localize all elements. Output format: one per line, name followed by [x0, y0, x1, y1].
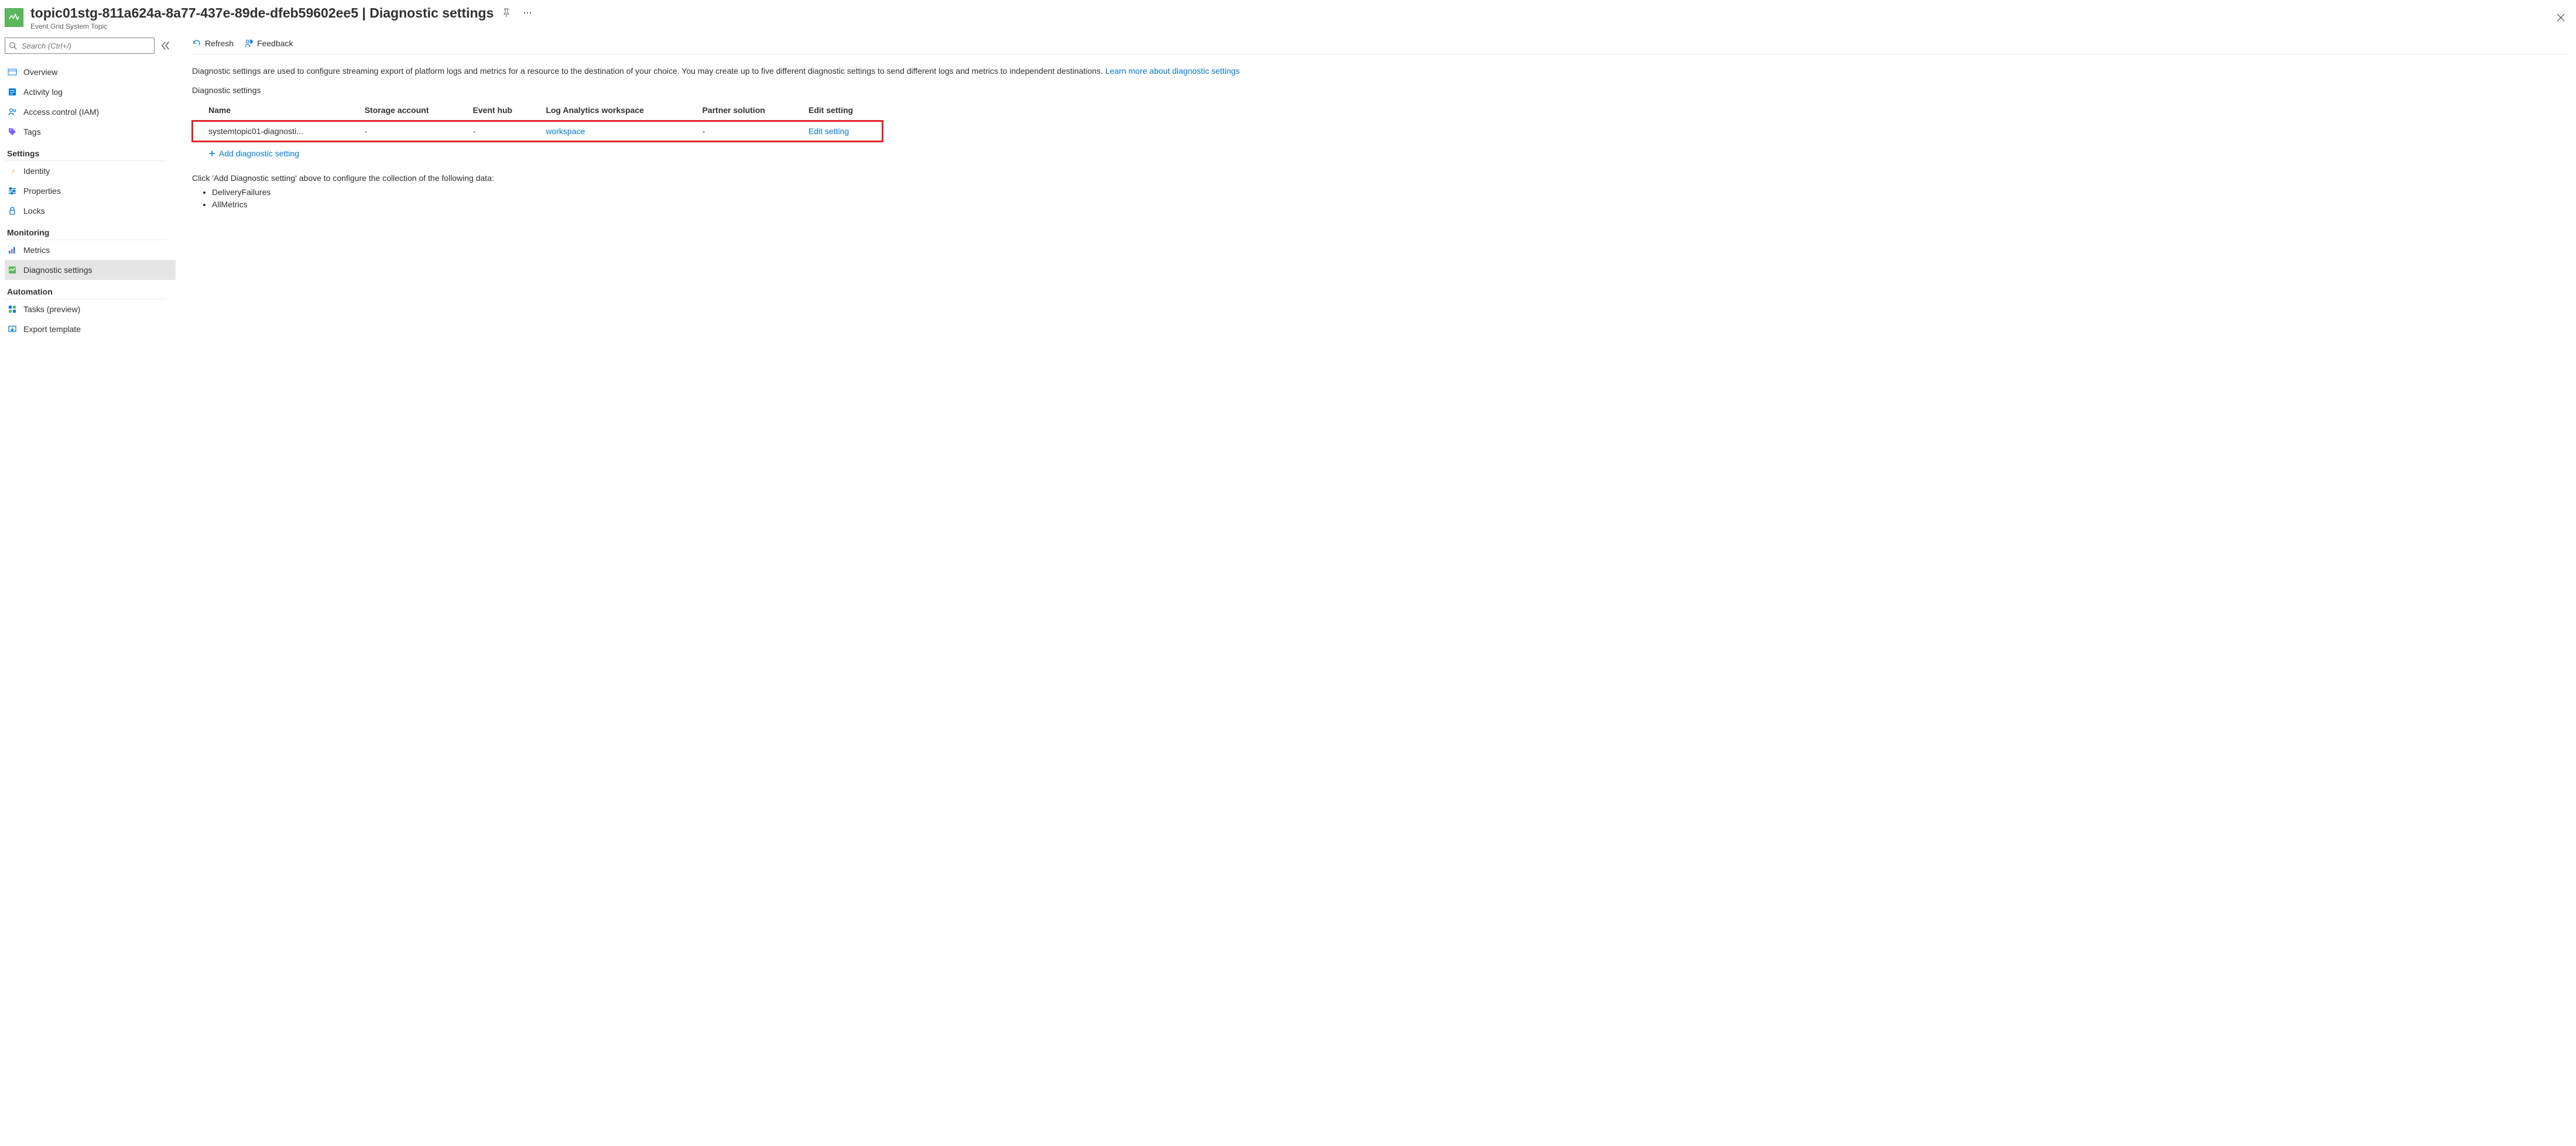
sidebar-item-access-control[interactable]: Access control (IAM) — [5, 102, 176, 122]
sidebar-item-label: Tasks (preview) — [23, 305, 80, 314]
sidebar-item-diagnostic-settings[interactable]: Diagnostic settings — [5, 260, 176, 280]
search-input[interactable] — [20, 41, 150, 51]
sidebar-item-label: Tags — [23, 127, 41, 136]
add-label: Add diagnostic setting — [219, 149, 299, 158]
access-control-icon — [7, 107, 18, 117]
sidebar-item-locks[interactable]: Locks — [5, 201, 176, 221]
col-eventhub: Event hub — [467, 100, 540, 121]
hint-text: Click 'Add Diagnostic setting' above to … — [192, 173, 2569, 211]
sidebar: Overview Activity log Access control (IA… — [0, 33, 176, 1146]
tasks-icon — [7, 304, 18, 314]
sidebar-group-header-automation[interactable]: Automation — [5, 282, 166, 299]
plus-icon — [208, 150, 215, 157]
diagnostic-settings-table: Name Storage account Event hub Log Analy… — [192, 100, 883, 142]
identity-icon — [7, 166, 18, 176]
sidebar-item-label: Metrics — [23, 245, 50, 255]
col-edit: Edit setting — [803, 100, 883, 121]
overview-icon — [7, 67, 18, 77]
learn-more-link[interactable]: Learn more about diagnostic settings — [1105, 66, 1240, 76]
close-button[interactable] — [2553, 9, 2569, 26]
export-template-icon — [7, 324, 18, 334]
hint-item: AllMetrics — [212, 199, 2569, 211]
sidebar-group-monitoring: Monitoring Metrics Diagnostic settings — [5, 223, 176, 280]
intro-text: Diagnostic settings are used to configur… — [192, 65, 2569, 77]
cell-eventhub: - — [467, 121, 540, 142]
edit-setting-link[interactable]: Edit setting — [803, 121, 883, 142]
toolbar-label: Feedback — [257, 39, 293, 48]
search-input-wrapper[interactable] — [5, 37, 155, 54]
sidebar-item-activity-log[interactable]: Activity log — [5, 82, 176, 102]
toolbar-label: Refresh — [205, 39, 234, 48]
sidebar-group-header-monitoring[interactable]: Monitoring — [5, 223, 166, 240]
sidebar-item-label: Activity log — [23, 87, 63, 97]
sidebar-item-identity[interactable]: Identity — [5, 161, 176, 181]
sidebar-item-label: Export template — [23, 324, 81, 334]
feedback-button[interactable]: Feedback — [244, 39, 293, 48]
search-icon — [9, 42, 17, 50]
sidebar-group-automation: Automation Tasks (preview) Export templa… — [5, 282, 176, 339]
refresh-icon — [192, 39, 201, 48]
page-subtitle: Event Grid System Topic — [30, 22, 2546, 30]
properties-icon — [7, 186, 18, 196]
sidebar-item-label: Overview — [23, 67, 57, 77]
page-header: topic01stg-811a624a-8a77-437e-89de-dfeb5… — [0, 0, 2576, 33]
sidebar-group-header-settings[interactable]: Settings — [5, 144, 166, 161]
pin-button[interactable] — [498, 5, 515, 21]
toolbar: Refresh Feedback — [192, 33, 2569, 54]
col-law: Log Analytics workspace — [540, 100, 696, 121]
sidebar-item-properties[interactable]: Properties — [5, 181, 176, 201]
activity-log-icon — [7, 87, 18, 97]
main-content: Refresh Feedback Diagnostic settings are… — [176, 33, 2576, 1146]
section-label: Diagnostic settings — [192, 85, 2569, 95]
sidebar-item-tasks[interactable]: Tasks (preview) — [5, 299, 176, 319]
sidebar-item-metrics[interactable]: Metrics — [5, 240, 176, 260]
page-title: topic01stg-811a624a-8a77-437e-89de-dfeb5… — [30, 5, 494, 21]
sidebar-item-label: Properties — [23, 186, 61, 196]
sidebar-group-settings: Settings Identity Properties Locks — [5, 144, 176, 221]
cell-partner: - — [696, 121, 802, 142]
collapse-sidebar-button[interactable] — [159, 40, 171, 52]
table-row: systemtopic01-diagnosti... - - workspace… — [192, 121, 883, 142]
sidebar-item-overview[interactable]: Overview — [5, 62, 176, 82]
workspace-link[interactable]: workspace — [540, 121, 696, 142]
more-button[interactable] — [519, 5, 536, 21]
add-diagnostic-setting-button[interactable]: Add diagnostic setting — [192, 142, 2569, 165]
sidebar-item-label: Locks — [23, 206, 45, 215]
cell-name: systemtopic01-diagnosti... — [192, 121, 359, 142]
locks-icon — [7, 206, 18, 216]
sidebar-menu: Overview Activity log Access control (IA… — [5, 62, 176, 341]
resource-icon — [5, 8, 23, 27]
col-name: Name — [192, 100, 359, 121]
sidebar-item-label: Diagnostic settings — [23, 265, 93, 275]
sidebar-item-tags[interactable]: Tags — [5, 122, 176, 142]
hint-item: DeliveryFailures — [212, 186, 2569, 199]
col-partner: Partner solution — [696, 100, 802, 121]
tags-icon — [7, 126, 18, 137]
feedback-icon — [244, 39, 254, 48]
col-storage: Storage account — [359, 100, 467, 121]
refresh-button[interactable]: Refresh — [192, 39, 234, 48]
sidebar-top-group: Overview Activity log Access control (IA… — [5, 62, 176, 142]
sidebar-item-label: Access control (IAM) — [23, 107, 99, 117]
cell-storage: - — [359, 121, 467, 142]
sidebar-item-label: Identity — [23, 166, 50, 176]
sidebar-item-export-template[interactable]: Export template — [5, 319, 176, 339]
metrics-icon — [7, 245, 18, 255]
diagnostic-settings-icon — [7, 265, 18, 275]
